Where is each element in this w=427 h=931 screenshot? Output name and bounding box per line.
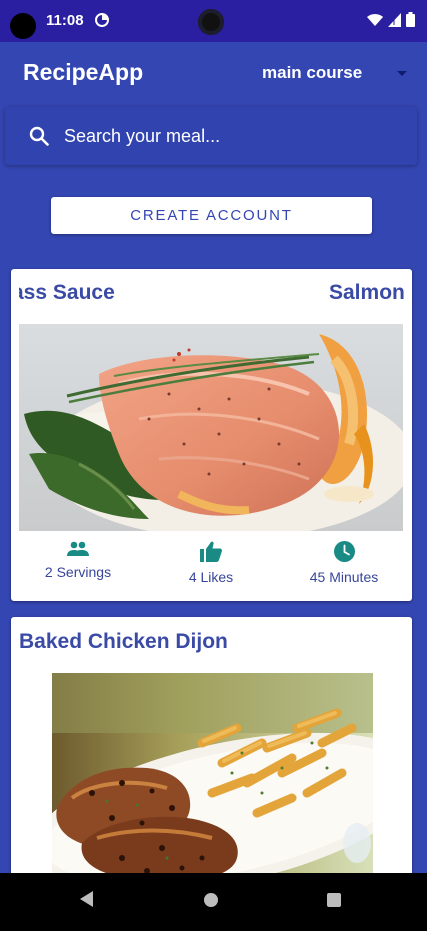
people-icon [67, 541, 89, 556]
servings-stat: 2 Servings [13, 541, 143, 580]
wifi-icon [367, 13, 383, 32]
category-dropdown[interactable]: main course [262, 61, 412, 85]
minutes-label: 45 Minutes [309, 569, 379, 585]
recipe-photo-salmon [19, 324, 403, 531]
thumb-up-icon [200, 541, 222, 562]
recents-icon[interactable] [327, 893, 341, 907]
create-account-button[interactable]: CREATE ACCOUNT [51, 197, 372, 234]
search-bar[interactable] [5, 107, 417, 165]
status-bar: 11:08 [0, 0, 427, 42]
recipe-title: Baked Chicken Dijon [19, 630, 228, 653]
front-camera [198, 9, 224, 35]
recipe-title-marquee: emongrass Sauce Salmon [19, 281, 404, 309]
recipe-title-next: Salmon [329, 281, 404, 304]
likes-stat[interactable]: 4 Likes [146, 541, 276, 585]
recipe-title: emongrass Sauce [19, 281, 115, 304]
signal-icon [388, 12, 401, 32]
caret-down-icon [397, 70, 407, 76]
recipe-photo-chicken [52, 673, 373, 873]
recipe-card[interactable]: emongrass Sauce Salmon [11, 269, 412, 601]
category-value: main course [262, 63, 363, 82]
status-time: 11:08 [46, 12, 84, 29]
search-icon [29, 126, 49, 151]
data-saver-icon [95, 13, 109, 32]
minutes-stat: 45 Minutes [279, 541, 409, 585]
back-icon[interactable] [80, 891, 94, 912]
status-icons [367, 12, 415, 32]
recipe-card[interactable]: Baked Chicken Dijon [11, 617, 412, 873]
likes-label: 4 Likes [188, 569, 234, 585]
app-title: RecipeApp [23, 59, 144, 85]
battery-icon [406, 12, 415, 32]
home-icon[interactable] [204, 893, 218, 907]
app-screen: RecipeApp main course CREATE ACCOUNT emo… [0, 42, 427, 873]
search-input[interactable] [64, 122, 404, 150]
camera-cutout [10, 13, 36, 39]
clock-icon [333, 541, 355, 562]
servings-label: 2 Servings [44, 564, 112, 580]
